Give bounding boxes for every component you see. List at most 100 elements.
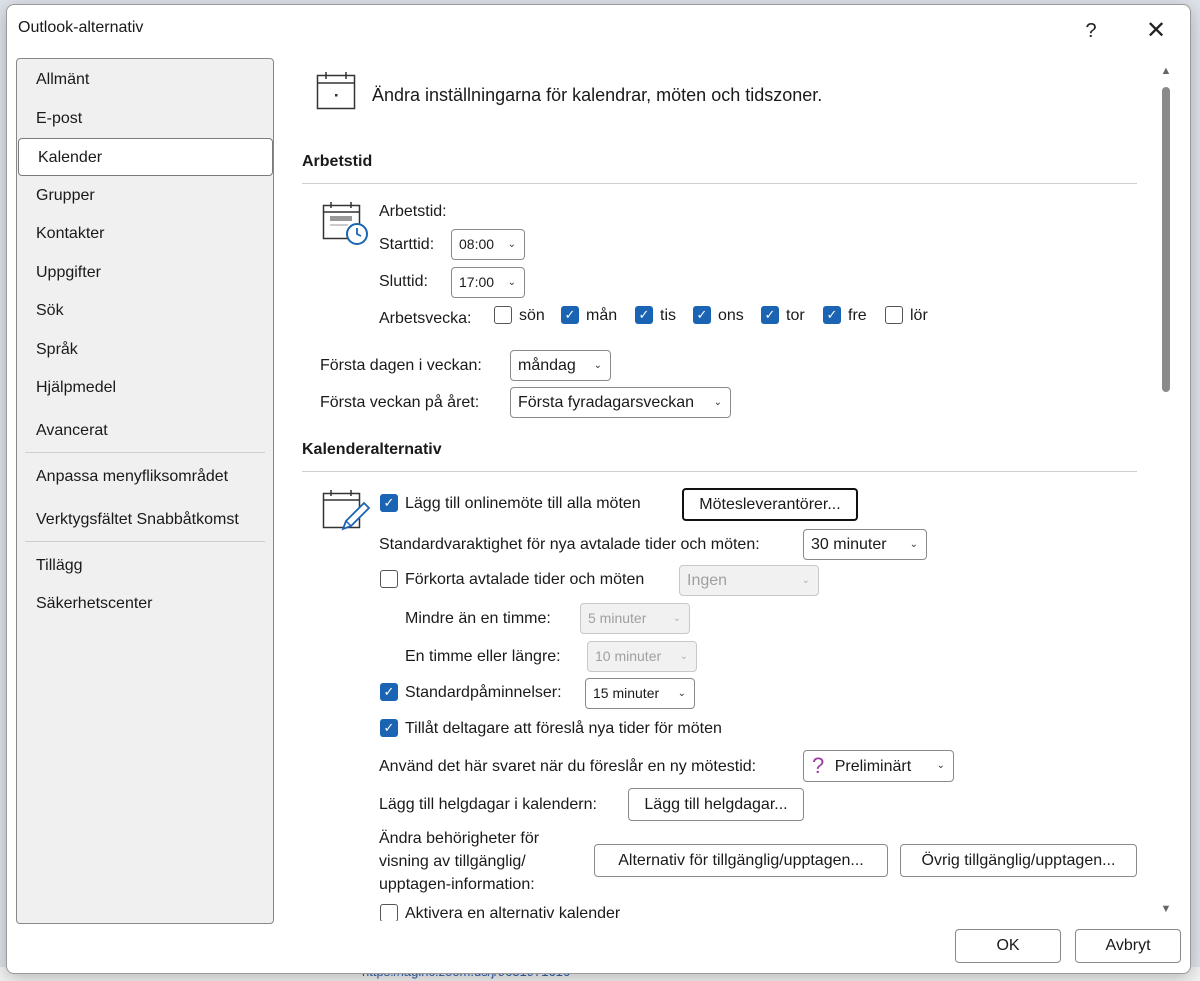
section-divider	[302, 183, 1137, 184]
start-time-value: 08:00	[459, 236, 495, 252]
nav-item-hjalpmedel[interactable]: Hjälpmedel	[17, 369, 273, 407]
nav-item-label: Säkerhetscenter	[36, 595, 153, 612]
scroll-up-arrow-icon[interactable]: ▲	[1158, 65, 1174, 77]
chevron-down-icon: ⌄	[936, 760, 945, 771]
day-checkbox-lor[interactable]	[885, 306, 903, 324]
scrollbar-thumb[interactable]	[1162, 87, 1170, 392]
nav-item-epost[interactable]: E-post	[17, 100, 273, 138]
day-checkbox-ons[interactable]: ✓	[693, 306, 711, 324]
nav-item-avancerat[interactable]: Avancerat	[17, 412, 273, 450]
online-meeting-checkbox[interactable]: ✓	[380, 494, 398, 512]
page-description: Ändra inställningarna för kalendrar, möt…	[372, 85, 823, 105]
first-week-select[interactable]: Första fyradagarsveckan ⌄	[510, 387, 731, 418]
help-button[interactable]: ?	[1071, 14, 1111, 48]
nav-item-sprak[interactable]: Språk	[17, 331, 273, 369]
less-than-hour-value: 5 minuter	[588, 610, 647, 626]
default-reminders-value: 15 minuter	[593, 685, 660, 701]
nav-item-label: Anpassa menyfliksområdet	[36, 468, 229, 485]
default-duration-select[interactable]: 30 minuter ⌄	[803, 529, 927, 560]
shorten-appointments-checkbox[interactable]	[380, 570, 398, 588]
chevron-down-icon: ⌄	[677, 688, 686, 699]
hour-or-longer-value: 10 minuter	[595, 648, 662, 664]
nav-item-sok[interactable]: Sök	[17, 292, 273, 330]
chevron-down-icon: ⌄	[672, 613, 681, 624]
section-title-arbetstid: Arbetstid	[302, 153, 373, 170]
start-time-select[interactable]: 08:00 ⌄	[451, 229, 525, 260]
nav-item-kontakter[interactable]: Kontakter	[17, 215, 273, 253]
default-reminders-select[interactable]: 15 minuter ⌄	[585, 678, 695, 709]
day-label-tor: tor	[786, 307, 805, 324]
nav-separator	[25, 452, 265, 453]
nav-item-label: Grupper	[36, 187, 95, 204]
nav-item-label: Avancerat	[36, 422, 108, 439]
day-checkbox-fre[interactable]: ✓	[823, 306, 841, 324]
nav-item-sakerhetscenter[interactable]: Säkerhetscenter	[17, 585, 273, 623]
other-free-busy-button[interactable]: Övrig tillgänglig/upptagen...	[900, 844, 1137, 877]
day-checkbox-tor[interactable]: ✓	[761, 306, 779, 324]
alternative-calendar-label: Aktivera en alternativ kalender	[405, 905, 621, 921]
end-time-select[interactable]: 17:00 ⌄	[451, 267, 525, 298]
first-week-label: Första veckan på året:	[320, 394, 480, 411]
hour-or-longer-label: En timme eller längre:	[405, 648, 561, 665]
first-day-select[interactable]: måndag ⌄	[510, 350, 611, 381]
alternative-calendar-checkbox[interactable]	[380, 904, 398, 921]
vertical-scrollbar[interactable]: ▲ ▼	[1158, 63, 1174, 921]
holidays-label: Lägg till helgdagar i kalendern:	[379, 796, 597, 813]
default-reminders-checkbox[interactable]: ✓	[380, 683, 398, 701]
work-week-label: Arbetsvecka:	[379, 310, 472, 327]
nav-item-anpassa-menyflik[interactable]: Anpassa menyfliksområdet	[17, 458, 273, 496]
nav-item-allmant[interactable]: Allmänt	[17, 61, 273, 99]
close-button[interactable]: ✕	[1136, 14, 1176, 48]
chevron-down-icon: ⌄	[801, 575, 810, 586]
worktime-label: Arbetstid:	[379, 203, 447, 220]
chevron-down-icon: ⌄	[593, 360, 602, 371]
cancel-button[interactable]: Avbryt	[1075, 929, 1181, 963]
chevron-down-icon: ⌄	[507, 239, 516, 250]
nav-item-label: Kalender	[38, 149, 103, 166]
meeting-providers-button[interactable]: Mötesleverantörer...	[682, 488, 858, 521]
nav-item-grupper[interactable]: Grupper	[17, 177, 273, 215]
nav-item-label: E-post	[36, 110, 83, 127]
nav-item-label: Allmänt	[36, 71, 90, 88]
nav-item-uppgifter[interactable]: Uppgifter	[17, 254, 273, 292]
settings-content: Ändra inställningarna för kalendrar, möt…	[287, 51, 1157, 921]
permissions-label-line3: upptagen-information:	[379, 876, 535, 893]
day-checkbox-tis[interactable]: ✓	[635, 306, 653, 324]
first-day-value: måndag	[518, 357, 576, 374]
work-time-calendar-icon	[322, 202, 368, 245]
free-busy-options-button[interactable]: Alternativ för tillgänglig/upptagen...	[594, 844, 888, 877]
nav-item-kalender[interactable]: Kalender	[18, 138, 273, 176]
day-label-man: mån	[586, 307, 618, 324]
online-meeting-label: Lägg till onlinemöte till alla möten	[405, 495, 641, 512]
allow-propose-label: Tillåt deltagare att föreslå nya tider f…	[405, 720, 722, 737]
response-select[interactable]: ? Preliminärt ⌄	[803, 750, 954, 782]
day-checkbox-man[interactable]: ✓	[561, 306, 579, 324]
ok-button[interactable]: OK	[955, 929, 1061, 963]
scroll-down-arrow-icon[interactable]: ▼	[1158, 903, 1174, 915]
response-label: Använd det här svaret när du föreslår en…	[379, 758, 757, 775]
chevron-down-icon: ⌄	[507, 277, 516, 288]
add-holidays-button[interactable]: Lägg till helgdagar...	[628, 788, 804, 821]
day-label-son: sön	[519, 307, 545, 324]
default-duration-label: Standardvaraktighet för nya avtalade tid…	[379, 536, 760, 553]
day-checkbox-son[interactable]	[494, 306, 512, 324]
shorten-value: Ingen	[687, 572, 728, 589]
title-bar: Outlook-alternativ ? ✕	[7, 5, 1190, 51]
section-divider	[302, 471, 1137, 472]
options-dialog: Outlook-alternativ ? ✕ Allmänt E-post Ka…	[6, 4, 1191, 974]
response-value: Preliminärt	[834, 758, 912, 775]
dialog-title: Outlook-alternativ	[18, 19, 144, 36]
nav-item-label: Tillägg	[36, 557, 83, 574]
nav-separator	[25, 541, 265, 542]
section-title-kalenderalternativ: Kalenderalternativ	[302, 441, 442, 458]
default-reminders-label: Standardpåminnelser:	[405, 684, 562, 701]
nav-item-label: Uppgifter	[36, 264, 101, 281]
permissions-label-line2: visning av tillgänglig/	[379, 853, 526, 870]
end-time-value: 17:00	[459, 274, 495, 290]
allow-propose-checkbox[interactable]: ✓	[380, 719, 398, 737]
chevron-down-icon: ⌄	[713, 397, 722, 408]
end-time-label: Sluttid:	[379, 273, 428, 290]
nav-item-tillagg[interactable]: Tillägg	[17, 547, 273, 585]
nav-item-label: Verktygsfältet Snabbåtkomst	[36, 511, 239, 528]
nav-item-snabbatkomst[interactable]: Verktygsfältet Snabbåtkomst	[17, 501, 273, 539]
